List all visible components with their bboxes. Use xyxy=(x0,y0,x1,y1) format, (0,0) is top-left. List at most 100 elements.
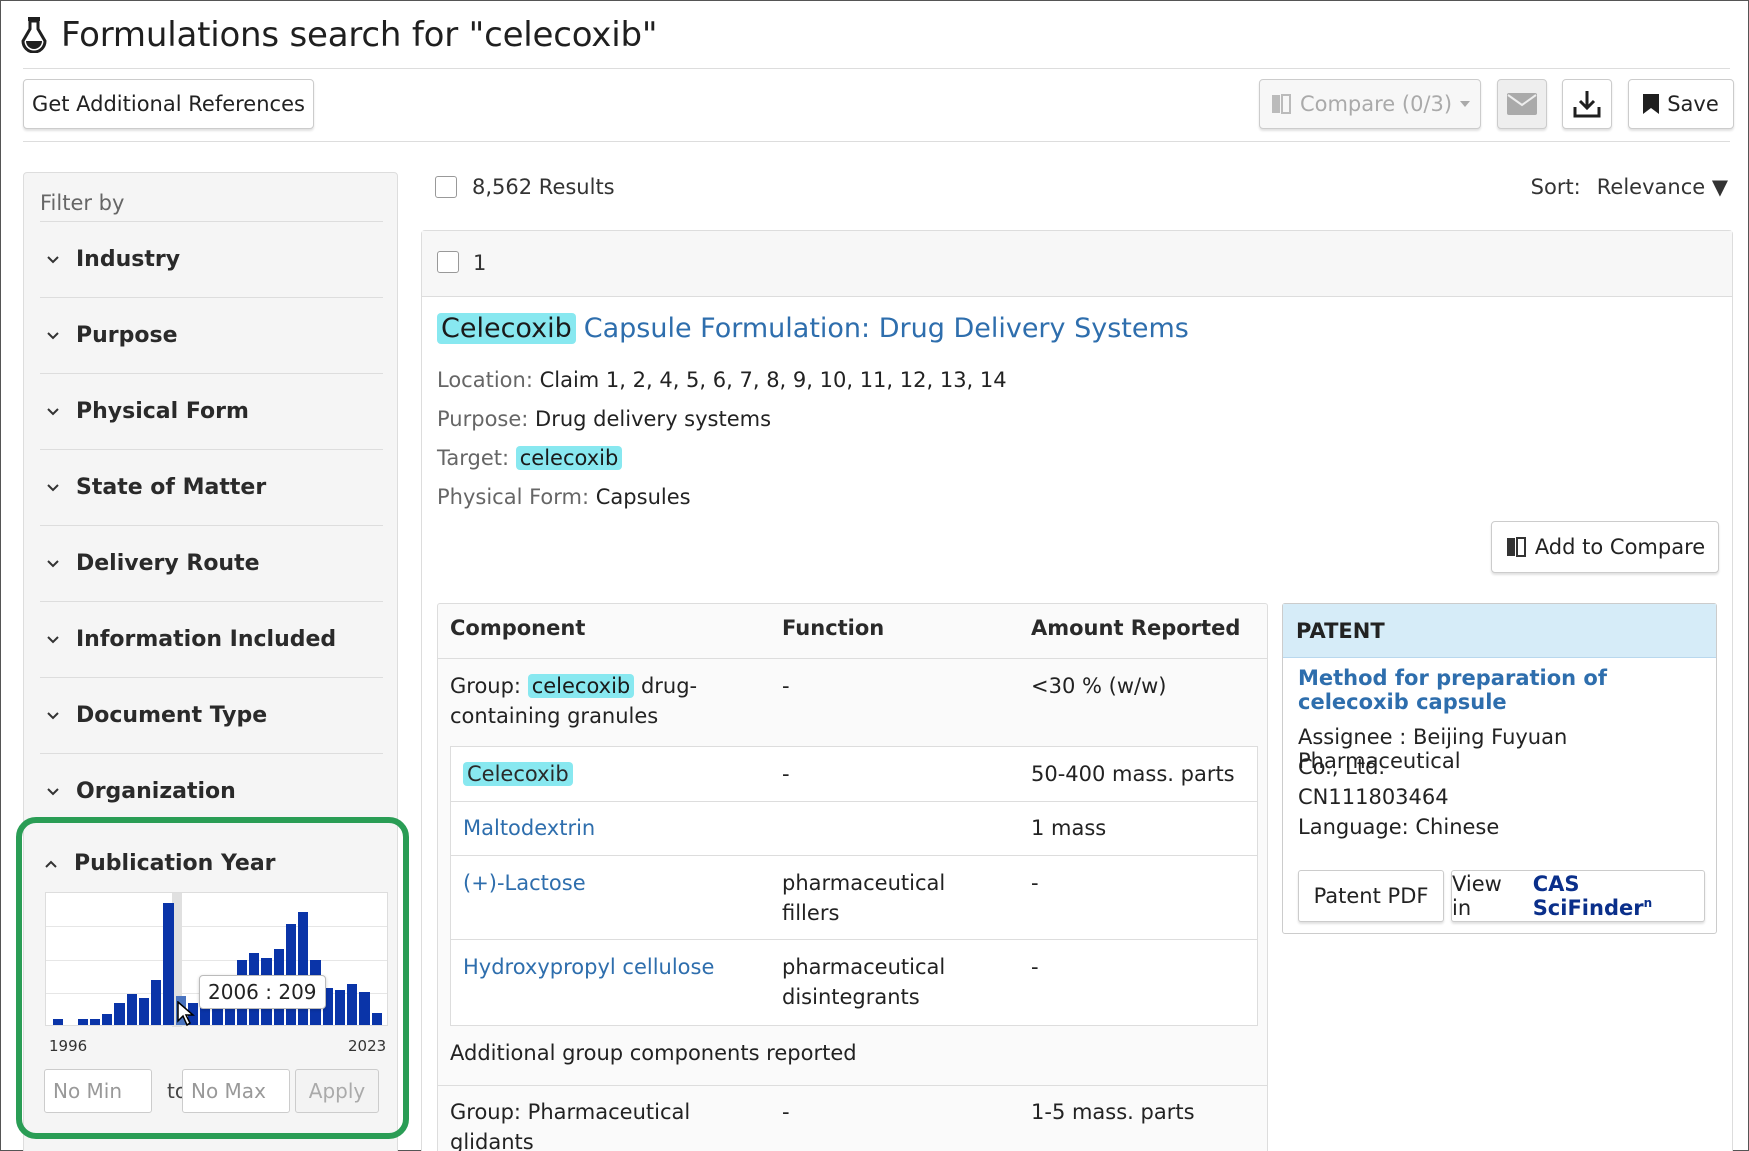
title-highlight: Celecoxib xyxy=(437,313,576,344)
publication-year-facet: Publication Year 2006 : 209 1996 2023 No… xyxy=(16,817,409,1139)
divider xyxy=(438,1085,1267,1086)
component-hydroxypropyl-cellulose-link[interactable]: Hydroxypropyl cellulose xyxy=(463,952,714,982)
divider xyxy=(23,141,1730,142)
component-lactose-link[interactable]: (+)-Lactose xyxy=(463,868,586,898)
facet-document-type[interactable]: Document Type xyxy=(40,677,383,753)
facet-physical-form[interactable]: Physical Form xyxy=(40,373,383,449)
chevron-down-icon xyxy=(47,331,59,339)
target-field: Target: celecoxib xyxy=(437,446,623,470)
target-key: Target: xyxy=(437,446,510,470)
facet-label: Information Included xyxy=(76,627,337,652)
publication-year-label: Publication Year xyxy=(74,851,276,876)
component-maltodextrin-link[interactable]: Maltodextrin xyxy=(463,813,595,843)
download-icon xyxy=(1573,91,1601,118)
chevron-up-icon xyxy=(45,860,57,868)
histogram-bar[interactable] xyxy=(126,994,137,1025)
patent-assignee-line2: Co., Ltd. xyxy=(1298,755,1386,779)
compare-icon xyxy=(1506,537,1526,557)
group-name-rest: drug- xyxy=(640,674,698,698)
facet-purpose[interactable]: Purpose xyxy=(40,297,383,373)
compare-label: Compare (0/3) xyxy=(1299,92,1453,116)
add-to-compare-label: Add to Compare xyxy=(1534,535,1706,559)
compare-button[interactable]: Compare (0/3) xyxy=(1259,79,1481,129)
publication-year-toggle[interactable]: Publication Year xyxy=(44,851,276,876)
row-divider xyxy=(451,855,1257,856)
histogram-bar[interactable] xyxy=(89,1019,101,1025)
add-to-compare-button[interactable]: Add to Compare xyxy=(1491,521,1719,573)
column-header-component: Component xyxy=(450,616,586,640)
patent-header: PATENT xyxy=(1283,604,1716,658)
chevron-down-icon xyxy=(47,407,59,415)
histogram-bar[interactable] xyxy=(138,998,150,1025)
patent-title-link[interactable]: Method for preparation of celecoxib caps… xyxy=(1298,666,1698,714)
max-year-input[interactable]: No Max xyxy=(182,1069,290,1113)
title-text: Capsule Formulation: Drug Delivery Syste… xyxy=(583,313,1189,344)
save-button[interactable]: Save xyxy=(1628,79,1734,129)
histogram-bar[interactable] xyxy=(359,992,370,1025)
group-highlight: celecoxib xyxy=(527,674,635,698)
group-glidants-label: Group: Pharmaceutical glidants xyxy=(450,1097,690,1151)
histogram-gridline xyxy=(46,926,387,927)
sort-label: Sort: xyxy=(1530,175,1581,199)
component-celecoxib-link[interactable]: Celecoxib xyxy=(463,762,573,786)
row-function: pharmaceutical disintegrants xyxy=(782,952,945,1012)
location-field: Location: Claim 1, 2, 4, 5, 6, 7, 8, 9, … xyxy=(437,368,1007,392)
group-name-line2: containing granules xyxy=(450,704,659,728)
patent-language: Language: Chinese xyxy=(1298,815,1500,839)
get-additional-references-button[interactable]: Get Additional References xyxy=(23,79,314,129)
row-divider xyxy=(451,939,1257,940)
result-card: 1 Celecoxib Capsule Formulation: Drug De… xyxy=(421,230,1733,1151)
row-amount: - xyxy=(1031,955,1039,979)
target-value: celecoxib xyxy=(515,446,623,470)
min-year-input[interactable]: No Min xyxy=(44,1069,152,1113)
facet-industry[interactable]: Industry xyxy=(40,221,383,297)
compare-icon xyxy=(1271,94,1291,114)
histogram-min-year: 1996 xyxy=(49,1037,88,1055)
select-all-checkbox[interactable] xyxy=(435,176,457,198)
cas-scifinder-text: CAS SciFinder xyxy=(1532,872,1644,920)
purpose-key: Purpose: xyxy=(437,407,529,431)
histogram-bar[interactable] xyxy=(77,1019,88,1025)
column-header-amount: Amount Reported xyxy=(1031,616,1241,640)
page-header: Formulations search for "celecoxib" xyxy=(21,9,657,61)
chevron-down-icon xyxy=(47,635,59,643)
facet-delivery-route[interactable]: Delivery Route xyxy=(40,525,383,601)
sort-control: Sort: Relevance ▼ xyxy=(1531,175,1728,199)
download-button[interactable] xyxy=(1562,79,1612,129)
facet-label: Organization xyxy=(76,779,236,804)
facet-information-included[interactable]: Information Included xyxy=(40,601,383,677)
facet-state-of-matter[interactable]: State of Matter xyxy=(40,449,383,525)
sort-dropdown[interactable]: Relevance ▼ xyxy=(1597,175,1728,199)
app-frame: Formulations search for "celecoxib" Get … xyxy=(0,0,1749,1151)
chevron-down-icon xyxy=(47,255,59,263)
histogram-bar[interactable] xyxy=(163,903,174,1025)
save-label: Save xyxy=(1667,92,1719,116)
histogram-bar[interactable] xyxy=(347,984,358,1025)
histogram-bar[interactable] xyxy=(53,1019,64,1025)
group-function: - xyxy=(782,674,790,698)
cas-scifinder-logo: CAS SciFindern xyxy=(1533,872,1704,920)
histogram-bar[interactable] xyxy=(371,1013,382,1025)
facet-label: Industry xyxy=(76,247,181,272)
histogram-max-year: 2023 xyxy=(348,1037,387,1055)
row-amount: 50-400 mass. parts xyxy=(1031,762,1235,786)
results-count: 8,562 Results xyxy=(472,175,615,199)
function-line1: pharmaceutical xyxy=(782,871,946,895)
purpose-value: Drug delivery systems xyxy=(535,407,772,431)
chevron-down-icon xyxy=(47,559,59,567)
result-checkbox[interactable] xyxy=(437,251,459,273)
apply-year-button[interactable]: Apply xyxy=(295,1069,379,1113)
view-in-cas-scifinder-button[interactable]: View in CAS SciFindern xyxy=(1451,870,1705,922)
histogram-bar[interactable] xyxy=(102,1014,113,1025)
histogram-bar[interactable] xyxy=(334,990,346,1025)
email-button[interactable] xyxy=(1497,79,1547,129)
function-line1: pharmaceutical xyxy=(782,955,946,979)
group-amount: <30 % (w/w) xyxy=(1031,674,1167,698)
result-index: 1 xyxy=(473,251,487,275)
histogram-bar[interactable] xyxy=(151,980,162,1025)
patent-pdf-button[interactable]: Patent PDF xyxy=(1298,870,1444,922)
histogram-bar[interactable] xyxy=(114,1003,125,1025)
histogram-gridline xyxy=(46,960,387,961)
location-value: Claim 1, 2, 4, 5, 6, 7, 8, 9, 10, 11, 12… xyxy=(539,368,1007,392)
result-title-link[interactable]: Celecoxib Capsule Formulation: Drug Deli… xyxy=(437,313,1189,344)
